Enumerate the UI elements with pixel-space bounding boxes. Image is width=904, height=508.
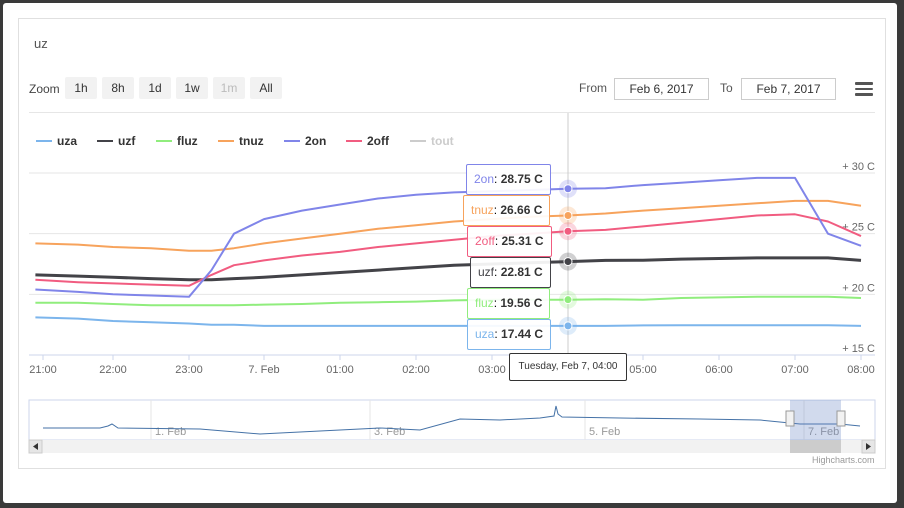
navigator-handle-right[interactable] [836,410,846,427]
hover-marker-fluz [563,295,573,305]
hover-marker-uzf [563,257,573,267]
hover-marker-uza [563,321,573,331]
tooltip-uzf: uzf: 22.81 C [470,257,551,288]
x-tick-label: 02:00 [402,364,430,376]
navigator-selection[interactable] [790,400,841,440]
tooltip-tnuz: tnuz: 26.66 C [463,195,551,226]
y-tick-label: + 20 C [842,282,875,294]
series-line-fluz [35,295,862,307]
y-tick-label: + 25 C [842,222,875,234]
scrollbar-track[interactable] [29,440,875,453]
x-tick-label: 03:00 [478,364,506,376]
x-tick-label: 21:00 [29,364,57,376]
series-line-uza [35,316,862,327]
x-tick-label: 01:00 [326,364,354,376]
x-tick-label: 7. Feb [248,364,279,376]
y-tick-label: + 15 C [842,343,875,355]
x-tick-label: 23:00 [175,364,203,376]
hover-marker-2on [563,184,573,194]
navigator-handle-left[interactable] [785,410,795,427]
chart-plot: + 15 C + 20 C + 25 C + 30 C 21:00 22:00 23:00 7… [28,113,876,454]
series-line-2off [35,213,862,287]
x-tick-label: 08:00 [847,364,875,376]
hover-marker-2off [563,226,573,236]
scrollbar-thumb[interactable] [790,440,841,453]
credits-link[interactable]: Highcharts.com [812,455,875,465]
tooltip-uza: uza: 17.44 C [467,319,552,350]
tooltip-x-header: Tuesday, Feb 7, 04:00 [509,353,627,381]
navigator-label: 1. Feb [155,426,186,438]
hover-marker-tnuz [563,210,573,220]
x-tick-label: 07:00 [781,364,809,376]
x-tick-label: 22:00 [99,364,127,376]
y-tick-label: + 30 C [842,161,875,173]
tooltip-fluz: fluz: 19.56 C [467,288,551,319]
tooltip-2on: 2on: 28.75 C [466,164,551,195]
x-tick-label: 06:00 [705,364,733,376]
x-tick-label: 05:00 [629,364,657,376]
navigator-label: 5. Feb [589,426,620,438]
series-line-uzf [35,256,862,282]
tooltip-2off: 2off: 25.31 C [467,226,552,257]
series-line-tnuz [35,199,862,252]
